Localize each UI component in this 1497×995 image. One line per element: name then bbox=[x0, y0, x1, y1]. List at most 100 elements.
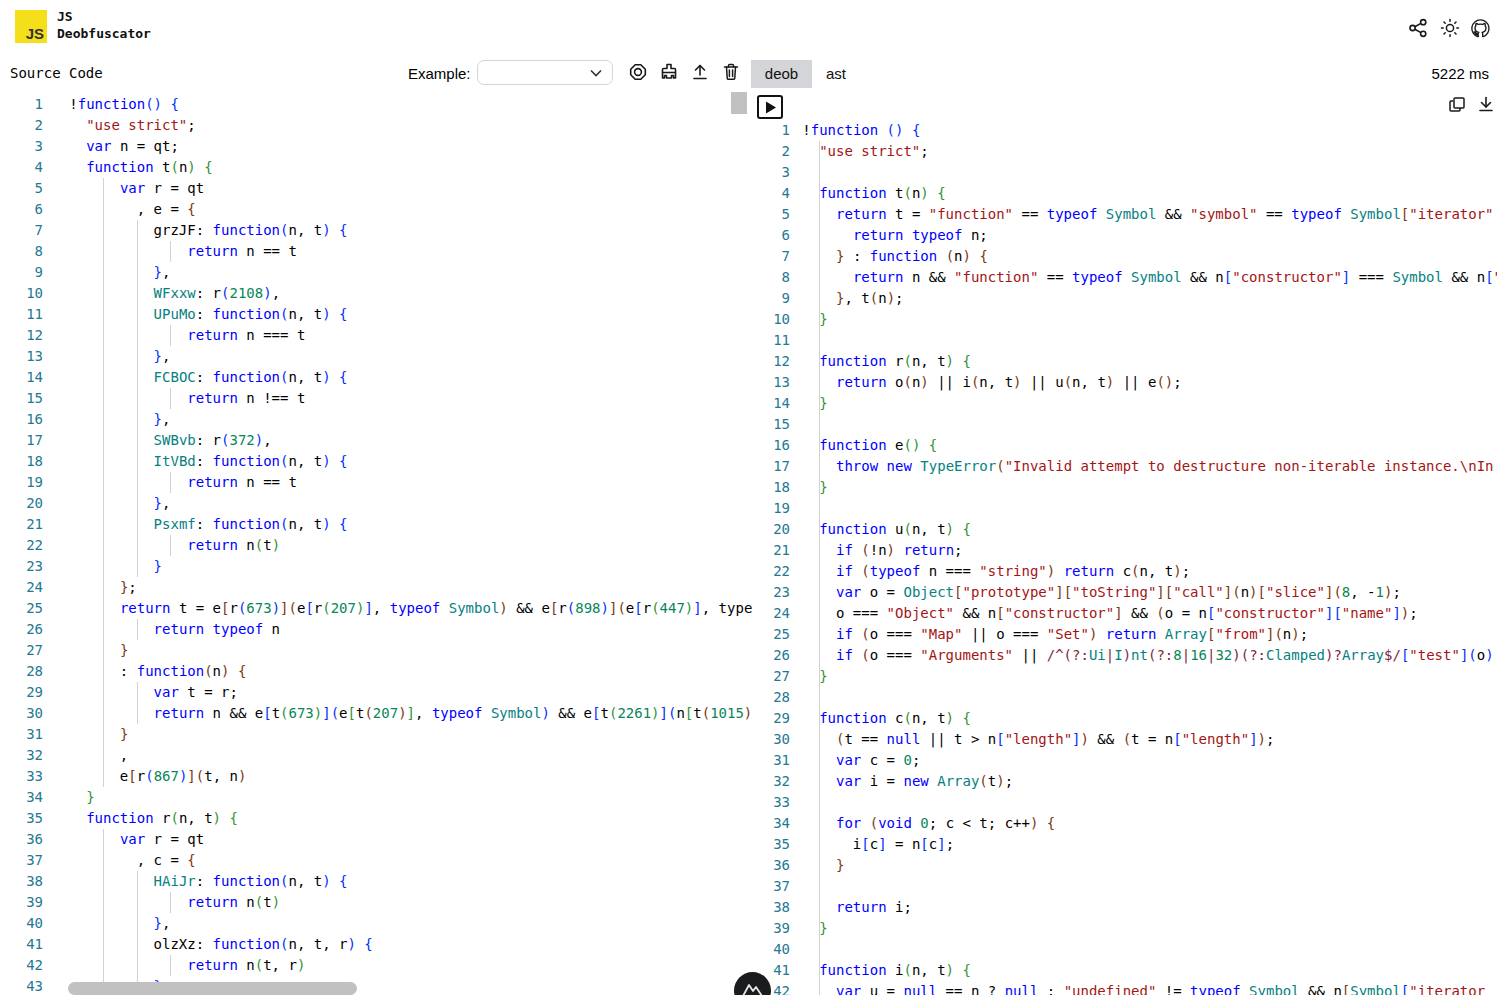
line-number: 9 bbox=[765, 288, 790, 309]
output-editor[interactable]: 1!function () {2 "use strict";34 functio… bbox=[765, 119, 1497, 995]
code-line: }, t(n); bbox=[802, 288, 903, 309]
download-icon[interactable] bbox=[1476, 95, 1496, 115]
line-number: 36 bbox=[0, 829, 43, 850]
line-number: 3 bbox=[765, 162, 790, 183]
line-number: 33 bbox=[765, 792, 790, 813]
settings-icon[interactable] bbox=[628, 62, 648, 82]
app-logo-text: JS bbox=[26, 25, 44, 42]
code-line: , e = { bbox=[69, 199, 195, 220]
line-number: 11 bbox=[765, 330, 790, 351]
share-icon[interactable] bbox=[1408, 18, 1428, 38]
run-button[interactable] bbox=[757, 95, 783, 119]
code-line: HAiJr: function(n, t) { bbox=[69, 871, 347, 892]
code-line: var i = new Array(t); bbox=[802, 771, 1013, 792]
line-number: 21 bbox=[0, 514, 43, 535]
line-number: 11 bbox=[0, 304, 43, 325]
indent-guide bbox=[819, 876, 820, 897]
theme-toggle-icon[interactable] bbox=[1440, 18, 1460, 38]
line-number: 8 bbox=[0, 241, 43, 262]
copy-icon[interactable] bbox=[1447, 95, 1467, 115]
github-icon[interactable] bbox=[1470, 18, 1490, 38]
line-number: 2 bbox=[0, 115, 43, 136]
line-number: 12 bbox=[765, 351, 790, 372]
source-editor[interactable]: 1!function() {2 "use strict";3 var n = q… bbox=[0, 93, 752, 995]
code-line: var r = qt bbox=[69, 829, 204, 850]
code-line: var r = qt bbox=[69, 178, 204, 199]
code-line: o === "Object" && n["constructor"] && (o… bbox=[802, 603, 1417, 624]
tab-ast[interactable]: ast bbox=[812, 60, 860, 88]
line-number: 21 bbox=[765, 540, 790, 561]
line-number: 22 bbox=[765, 561, 790, 582]
code-line: } bbox=[802, 309, 827, 330]
line-number: 18 bbox=[765, 477, 790, 498]
line-number: 14 bbox=[765, 393, 790, 414]
code-line: var t = r; bbox=[69, 682, 238, 703]
left-vertical-scrollbar[interactable] bbox=[731, 92, 747, 114]
code-line: olzXz: function(n, t, r) { bbox=[69, 934, 373, 955]
code-line: SWBvb: r(372), bbox=[69, 430, 271, 451]
code-line: function c(n, t) { bbox=[802, 708, 971, 729]
line-number: 27 bbox=[765, 666, 790, 687]
code-line: return n && "function" == typeof Symbol … bbox=[802, 267, 1497, 288]
line-number: 22 bbox=[0, 535, 43, 556]
line-number: 39 bbox=[0, 892, 43, 913]
line-number: 12 bbox=[0, 325, 43, 346]
line-number: 16 bbox=[765, 435, 790, 456]
code-line: }; bbox=[69, 577, 136, 598]
code-line: function i(n, t) { bbox=[802, 960, 971, 981]
code-line: "use strict"; bbox=[802, 141, 928, 162]
code-line: } : function (n) { bbox=[802, 246, 988, 267]
example-select[interactable] bbox=[477, 60, 613, 85]
line-number: 18 bbox=[0, 451, 43, 472]
code-line: var o = Object["prototype"]["toString"][… bbox=[802, 582, 1401, 603]
code-line: WFxxw: r(2108), bbox=[69, 283, 280, 304]
code-line: !function () { bbox=[802, 120, 920, 141]
line-number: 2 bbox=[765, 141, 790, 162]
code-line: function t(n) { bbox=[69, 157, 212, 178]
line-number: 40 bbox=[765, 939, 790, 960]
code-line: return n == t bbox=[69, 472, 297, 493]
line-number: 32 bbox=[0, 745, 43, 766]
code-line: if (o === "Map" || o === "Set") return A… bbox=[802, 624, 1308, 645]
code-line: function e() { bbox=[802, 435, 937, 456]
code-line: function r(n, t) { bbox=[802, 351, 971, 372]
line-number: 23 bbox=[0, 556, 43, 577]
line-number: 34 bbox=[0, 787, 43, 808]
line-number: 42 bbox=[0, 955, 43, 976]
code-line: } bbox=[69, 787, 94, 808]
line-number: 17 bbox=[765, 456, 790, 477]
line-number: 1 bbox=[765, 120, 790, 141]
trash-icon[interactable] bbox=[721, 62, 741, 82]
code-line: ItVBd: function(n, t) { bbox=[69, 451, 347, 472]
code-line: : function(n) { bbox=[69, 661, 246, 682]
line-number: 7 bbox=[0, 220, 43, 241]
indent-guide bbox=[819, 687, 820, 708]
page-title-line2: Deobfuscator bbox=[57, 25, 151, 42]
page-title-line1: JS bbox=[57, 8, 151, 25]
code-line: } bbox=[802, 477, 827, 498]
app-logo: JS bbox=[15, 10, 47, 43]
code-line: grzJF: function(n, t) { bbox=[69, 220, 347, 241]
line-number: 8 bbox=[765, 267, 790, 288]
code-line: }, bbox=[69, 493, 170, 514]
line-number: 25 bbox=[0, 598, 43, 619]
code-line: return n(t) bbox=[69, 892, 280, 913]
code-line: for (void 0; c < t; c++) { bbox=[802, 813, 1055, 834]
line-number: 6 bbox=[765, 225, 790, 246]
clean-icon[interactable] bbox=[659, 62, 679, 82]
line-number: 38 bbox=[765, 897, 790, 918]
line-number: 37 bbox=[765, 876, 790, 897]
code-line: return n === t bbox=[69, 325, 305, 346]
code-line: return n(t, r) bbox=[69, 955, 305, 976]
source-code-label: Source Code bbox=[10, 65, 103, 81]
line-number: 17 bbox=[0, 430, 43, 451]
left-horizontal-scrollbar[interactable] bbox=[68, 982, 357, 995]
line-number: 16 bbox=[0, 409, 43, 430]
line-number: 28 bbox=[765, 687, 790, 708]
line-number: 24 bbox=[765, 603, 790, 624]
upload-icon[interactable] bbox=[690, 62, 710, 82]
tab-deob[interactable]: deob bbox=[751, 60, 812, 88]
line-number: 30 bbox=[0, 703, 43, 724]
feedback-float-button[interactable] bbox=[734, 972, 771, 995]
code-line: , c = { bbox=[69, 850, 195, 871]
